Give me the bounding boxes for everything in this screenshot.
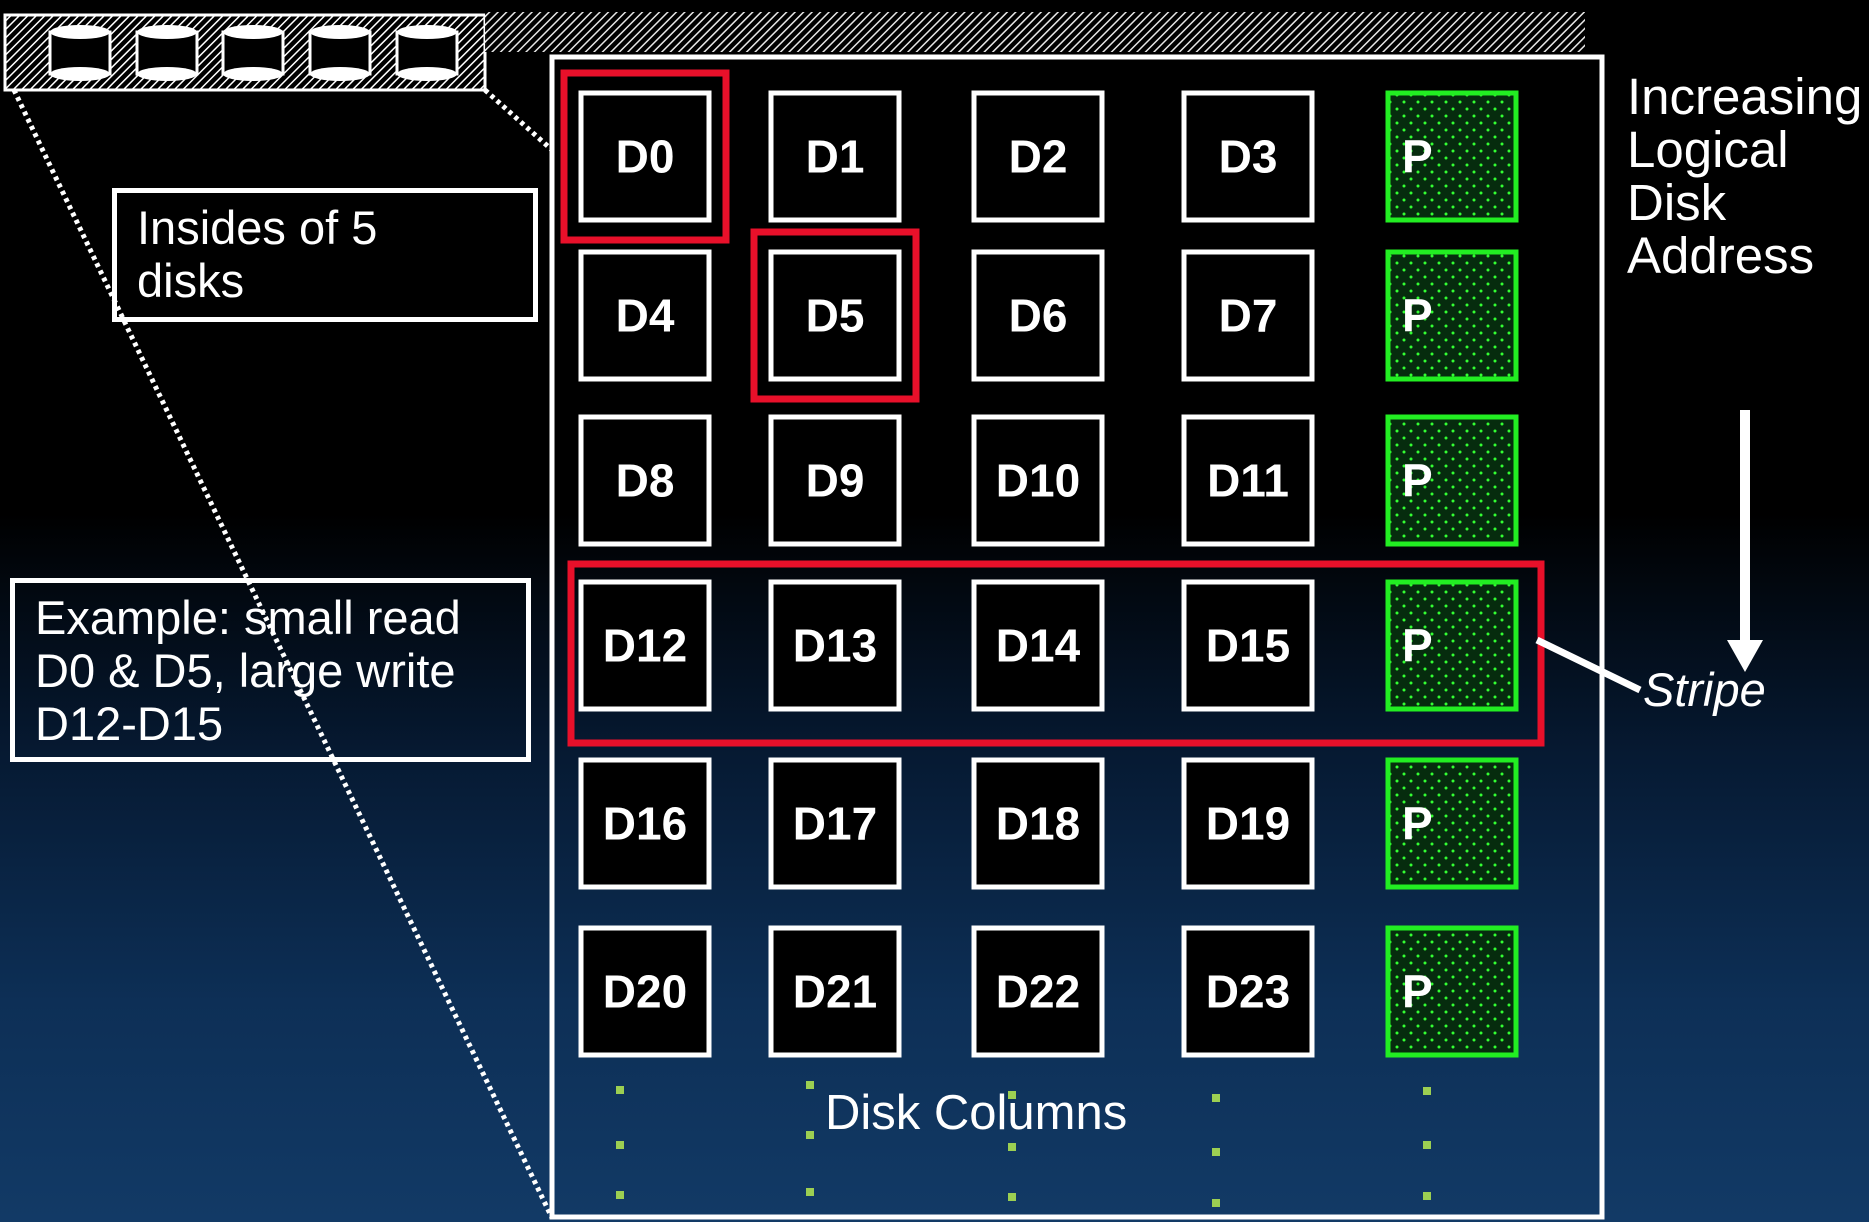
data-block-d9: D9 bbox=[768, 414, 902, 547]
increasing-address-label: Increasing Logical Disk Address bbox=[1627, 70, 1862, 282]
example-callout: Example: small read D0 & D5, large write… bbox=[10, 578, 531, 762]
parity-block: P bbox=[1385, 579, 1519, 712]
block-label: D2 bbox=[1009, 131, 1068, 183]
stripe-label: Stripe bbox=[1643, 663, 1766, 716]
data-block-d2: D2 bbox=[971, 90, 1105, 223]
parity-block: P bbox=[1385, 249, 1519, 382]
block-label: D8 bbox=[616, 455, 675, 507]
data-block-d21: D21 bbox=[768, 925, 902, 1058]
data-block-d3: D3 bbox=[1181, 90, 1315, 223]
parity-block: P bbox=[1385, 757, 1519, 890]
disk-columns-label: Disk Columns bbox=[825, 1086, 1128, 1140]
block-label: D22 bbox=[996, 966, 1080, 1018]
data-block-d13: D13 bbox=[768, 579, 902, 712]
disk-cylinder-icon bbox=[48, 25, 112, 81]
block-label: D15 bbox=[1206, 620, 1290, 672]
pointer-line-icon bbox=[1535, 636, 1642, 694]
disk-cylinder-icon bbox=[395, 25, 459, 81]
data-block-d15: D15 bbox=[1181, 579, 1315, 712]
data-block-d11: D11 bbox=[1181, 414, 1315, 547]
insides-callout-line-1: Insides of 5 bbox=[137, 201, 378, 254]
data-block-d12: D12 bbox=[578, 579, 712, 712]
data-block-d10: D10 bbox=[971, 414, 1105, 547]
data-block-d17: D17 bbox=[768, 757, 902, 890]
data-block-d18: D18 bbox=[971, 757, 1105, 890]
block-label: D4 bbox=[616, 290, 675, 342]
data-block-d14: D14 bbox=[971, 579, 1105, 712]
block-label: P bbox=[1402, 966, 1433, 1018]
data-block-d19: D19 bbox=[1181, 757, 1315, 890]
data-block-d4: D4 bbox=[578, 249, 712, 382]
block-label: D10 bbox=[996, 455, 1080, 507]
data-block-d8: D8 bbox=[578, 414, 712, 547]
block-label: D7 bbox=[1219, 290, 1278, 342]
data-block-d7: D7 bbox=[1181, 249, 1315, 382]
block-label: D19 bbox=[1206, 798, 1290, 850]
data-block-d20: D20 bbox=[578, 925, 712, 1058]
block-label: D3 bbox=[1219, 131, 1278, 183]
parity-block: P bbox=[1385, 925, 1519, 1058]
data-block-d23: D23 bbox=[1181, 925, 1315, 1058]
perspective-line-right bbox=[483, 88, 554, 152]
data-block-d22: D22 bbox=[971, 925, 1105, 1058]
block-label: D12 bbox=[603, 620, 687, 672]
down-arrow-icon bbox=[1727, 410, 1763, 672]
data-block-d6: D6 bbox=[971, 249, 1105, 382]
block-label: D6 bbox=[1009, 290, 1068, 342]
block-label: D20 bbox=[603, 966, 687, 1018]
data-block-d16: D16 bbox=[578, 757, 712, 890]
insides-callout-line-2: disks bbox=[137, 254, 245, 307]
example-callout-line-3: D12-D15 bbox=[35, 697, 224, 750]
side-label-line-2: Logical bbox=[1627, 121, 1789, 178]
block-label: D14 bbox=[996, 620, 1081, 672]
block-label: D13 bbox=[793, 620, 877, 672]
block-label: D1 bbox=[806, 131, 865, 183]
data-block-d0: D0 bbox=[578, 90, 712, 223]
block-label: P bbox=[1402, 620, 1433, 672]
insides-callout: Insides of 5 disks bbox=[112, 188, 538, 322]
data-block-d1: D1 bbox=[768, 90, 902, 223]
disk-cylinder-icon bbox=[308, 25, 372, 81]
parity-block: P bbox=[1385, 414, 1519, 547]
side-label-line-3: Disk bbox=[1627, 174, 1727, 231]
parity-block: P bbox=[1385, 90, 1519, 223]
block-label: D16 bbox=[603, 798, 687, 850]
example-callout-line-2: D0 & D5, large write bbox=[35, 644, 456, 697]
block-label: D17 bbox=[793, 798, 877, 850]
block-label: D23 bbox=[1206, 966, 1290, 1018]
block-label: P bbox=[1402, 131, 1433, 183]
block-label: D0 bbox=[616, 131, 675, 183]
block-label: D11 bbox=[1207, 455, 1289, 507]
data-block-d5: D5 bbox=[768, 249, 902, 382]
block-label: D9 bbox=[806, 455, 865, 507]
block-label: P bbox=[1402, 798, 1433, 850]
example-callout-line-1: Example: small read bbox=[35, 591, 461, 644]
block-label: D18 bbox=[996, 798, 1080, 850]
block-label: P bbox=[1402, 290, 1433, 342]
block-label: D21 bbox=[793, 966, 877, 1018]
block-label: P bbox=[1402, 455, 1433, 507]
side-label-line-1: Increasing bbox=[1627, 68, 1863, 125]
disk-stack-icon bbox=[3, 12, 1585, 92]
block-label: D5 bbox=[806, 290, 865, 342]
side-label-line-4: Address bbox=[1627, 227, 1815, 284]
disk-cylinder-icon bbox=[221, 25, 285, 81]
disk-cylinder-icon bbox=[135, 25, 199, 81]
